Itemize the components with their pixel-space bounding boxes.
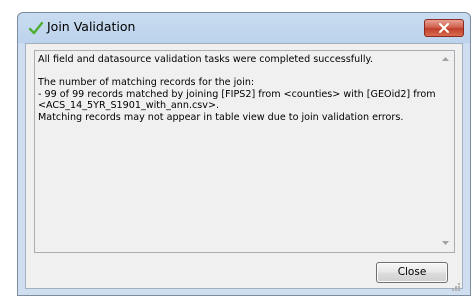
scroll-down-button[interactable] (437, 235, 454, 252)
message-line (38, 66, 433, 78)
resize-grip-icon[interactable] (451, 277, 461, 291)
title-bar[interactable]: Join Validation (18, 13, 470, 43)
close-button[interactable]: Close (376, 262, 448, 283)
join-validation-dialog: Join Validation All field and datasource… (17, 12, 471, 296)
chevron-up-icon (442, 57, 449, 61)
message-line: All field and datasource validation task… (38, 54, 373, 65)
window-close-button[interactable] (424, 19, 464, 37)
message-line: - 99 of 99 records matched by joining [F… (38, 88, 436, 100)
vertical-scrollbar[interactable] (437, 51, 454, 252)
message-line: The number of matching records for the j… (38, 77, 255, 89)
dialog-title: Join Validation (47, 19, 136, 34)
message-textbox[interactable]: All field and datasource validation task… (34, 50, 455, 253)
close-icon (439, 23, 449, 33)
check-icon (28, 20, 44, 36)
message-line: Matching records may not appear in table… (38, 111, 404, 123)
scroll-up-button[interactable] (437, 51, 454, 68)
dialog-body: All field and datasource validation task… (25, 43, 463, 291)
message-text: All field and datasource validation task… (38, 54, 436, 124)
chevron-down-icon (442, 241, 449, 245)
message-line: <ACS_14_5YR_S1901_with_ann.csv>. (38, 100, 220, 112)
